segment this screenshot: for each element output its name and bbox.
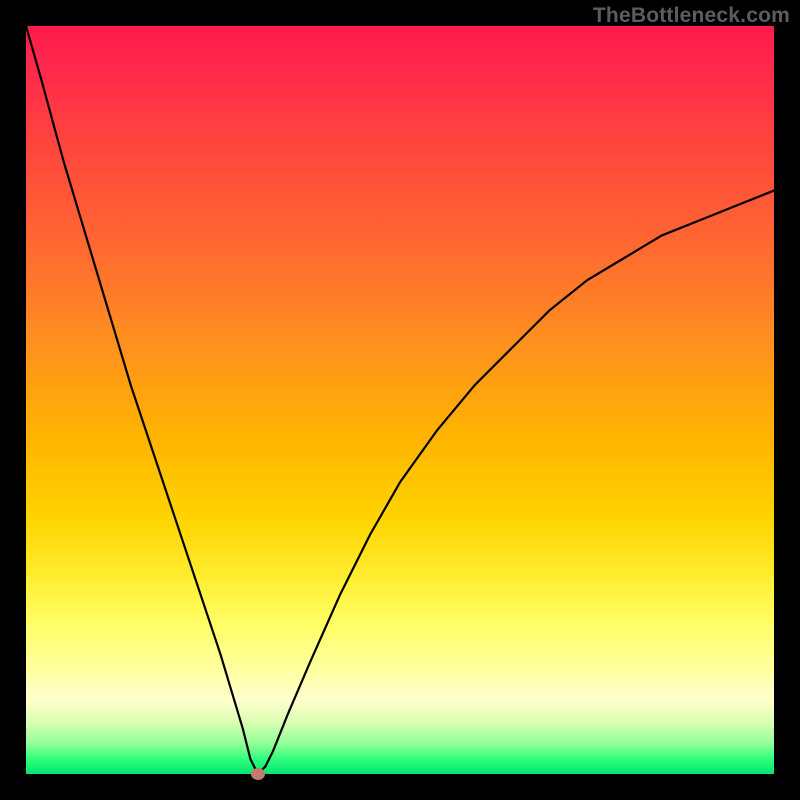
plot-area (26, 26, 774, 774)
optimal-point-marker (251, 768, 265, 780)
bottleneck-curve (26, 26, 774, 774)
curve-svg (26, 26, 774, 774)
chart-frame: TheBottleneck.com (0, 0, 800, 800)
watermark-label: TheBottleneck.com (593, 4, 790, 28)
